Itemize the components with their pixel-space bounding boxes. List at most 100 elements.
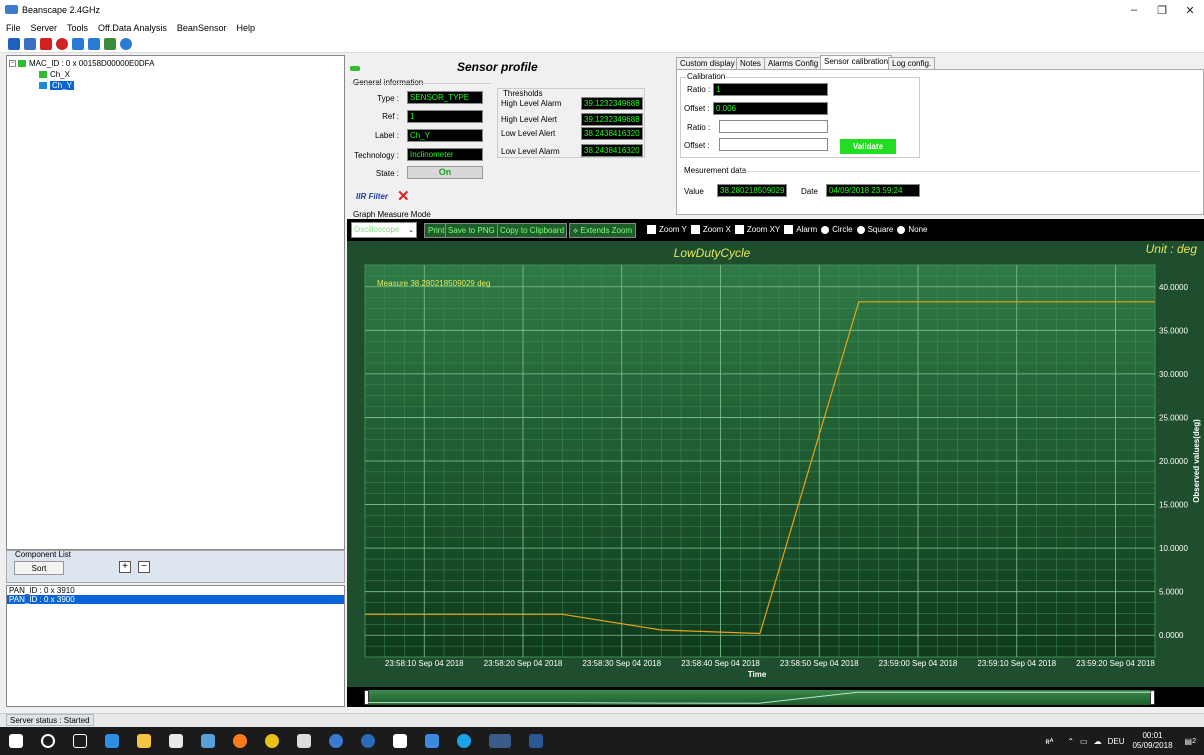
x-axis-label: Time <box>748 670 767 679</box>
tab-sensor-calibration[interactable]: Sensor calibration <box>820 55 893 70</box>
unit-label: Unit : deg <box>1146 242 1198 256</box>
app-icon-arrow[interactable] <box>425 734 439 748</box>
windows-start-icon[interactable] <box>9 734 23 748</box>
technology-field[interactable]: Inclinometer <box>407 148 483 161</box>
store-icon[interactable] <box>169 734 183 748</box>
ratio-field[interactable]: 1 <box>713 83 828 96</box>
pan-item-selected[interactable]: PAN_ID : 0 x 3900 <box>7 595 344 604</box>
device-icon <box>18 60 26 67</box>
menu-off-data-analysis[interactable]: Off.Data Analysis <box>98 23 167 33</box>
new-ratio-input[interactable] <box>719 120 828 133</box>
offset-field[interactable]: 0.006 <box>713 102 828 115</box>
low-level-alert-field[interactable]: 38.2438416320 <box>581 127 643 140</box>
record-icon[interactable] <box>56 38 68 50</box>
minimize-button[interactable]: – <box>1120 0 1148 20</box>
search-icon[interactable] <box>41 734 55 748</box>
stop-icon[interactable] <box>40 38 52 50</box>
firefox-icon[interactable] <box>233 734 247 748</box>
beanscape-taskbar-icon[interactable] <box>489 734 511 748</box>
label-field[interactable]: Ch_Y <box>407 129 483 142</box>
dmb-icon[interactable] <box>361 734 375 748</box>
mail-icon[interactable] <box>393 734 407 748</box>
taskbar: ʀᴬ ⌃ ▭ ☁ DEU 00:01 05/09/2018 ▤ 2 <box>0 727 1204 755</box>
y-axis: 40.0000 35.0000 30.0000 25.0000 20.0000 15.00… <box>1159 283 1188 640</box>
toolbar <box>0 36 1204 53</box>
zoom-xy-checkbox[interactable] <box>734 225 744 234</box>
tree-root[interactable]: − MAC_ID : 0 x 00158D00000E0DFA <box>9 59 154 68</box>
notification-icon[interactable]: ▤ <box>1185 737 1193 746</box>
high-level-alarm-label: High Level Alarm <box>501 99 562 108</box>
network-icon[interactable] <box>88 38 100 50</box>
people-icon[interactable]: ʀᴬ <box>1045 737 1053 746</box>
calculator-icon[interactable] <box>297 734 311 748</box>
time-scroller[interactable] <box>347 687 1204 707</box>
validate-button[interactable]: Validate <box>840 139 896 154</box>
maximize-button[interactable]: ❐ <box>1148 0 1176 20</box>
tree-item-ch-x[interactable]: Ch_X <box>39 70 70 79</box>
chevron-up-icon[interactable]: ⌃ <box>1067 737 1074 746</box>
collapse-icon[interactable]: − <box>9 60 16 67</box>
measurement-value-field[interactable]: 38.280218509029 <box>717 184 787 197</box>
cloud-icon[interactable]: ☁ <box>1094 737 1102 746</box>
menu-file[interactable]: File <box>6 23 21 33</box>
new-offset-input[interactable] <box>719 138 828 151</box>
line-chart[interactable]: 40.0000 35.0000 30.0000 25.0000 20.0000 15.00… <box>347 241 1204 687</box>
skype-icon[interactable] <box>457 734 471 748</box>
clock-time: 00:01 <box>1142 731 1163 740</box>
network-app-icon[interactable] <box>201 734 215 748</box>
high-level-alarm-field[interactable]: 39.1232349688 <box>581 97 643 110</box>
menu-beansensor[interactable]: BeanSensor <box>177 23 227 33</box>
pan-item[interactable]: PAN_ID : 0 x 3910 <box>7 586 344 595</box>
copy-clipboard-button[interactable]: Copy to Clipboard <box>497 223 568 238</box>
tree-root-label: MAC_ID : 0 x 00158D00000E0DFA <box>29 59 155 68</box>
collapse-all-button[interactable]: − <box>138 561 150 573</box>
image-icon[interactable] <box>24 38 36 50</box>
iir-filter-off-icon[interactable]: ✕ <box>397 187 410 205</box>
close-button[interactable]: ✕ <box>1176 0 1204 20</box>
clock[interactable]: 00:01 05/09/2018 <box>1132 731 1172 751</box>
save-icon[interactable] <box>8 38 20 50</box>
type-field[interactable]: SENSOR_TYPE <box>407 91 483 104</box>
low-level-alarm-field[interactable]: 38.2438416320 <box>581 144 643 157</box>
chart-icon[interactable] <box>104 38 116 50</box>
extends-zoom-label: Extends Zoom <box>580 226 633 235</box>
x-tick-label: 23:58:40 Sep 04 2018 <box>681 659 760 668</box>
low-level-alarm-label: Low Level Alarm <box>501 147 560 156</box>
network-tray-icon[interactable]: ▭ <box>1080 737 1088 746</box>
circle-radio[interactable] <box>821 225 830 234</box>
measurement-date-field[interactable]: 04/09/2018 23:59:24 <box>826 184 920 197</box>
measurement-divider <box>740 171 1200 172</box>
iir-filter-label: IIR Filter <box>356 192 389 201</box>
zoom-icon: ⟡ <box>573 226 579 235</box>
expand-all-button[interactable]: + <box>119 561 131 573</box>
channel-icon <box>39 82 47 89</box>
tree-item-ch-y[interactable]: Ch_Y <box>39 81 75 90</box>
sensor-profile-title: Sensor profile <box>457 60 538 74</box>
tree-item-label: Ch_Y <box>50 81 75 90</box>
zoom-y-checkbox[interactable] <box>647 225 656 234</box>
menu-help[interactable]: Help <box>236 23 255 33</box>
app-icon-blue[interactable] <box>329 734 343 748</box>
sort-button[interactable]: Sort <box>14 561 64 575</box>
high-level-alert-field[interactable]: 39.1232349688 <box>581 113 643 126</box>
alarm-checkbox[interactable] <box>784 225 794 234</box>
chrome-icon[interactable] <box>265 734 279 748</box>
word-icon[interactable] <box>529 734 543 748</box>
edge-icon[interactable] <box>105 734 119 748</box>
file-explorer-icon[interactable] <box>137 734 151 748</box>
menu-tools[interactable]: Tools <box>67 23 88 33</box>
download-icon[interactable] <box>72 38 84 50</box>
none-radio[interactable] <box>897 225 906 234</box>
y-tick-label: 30.0000 <box>1159 370 1188 379</box>
ref-field[interactable]: 1 <box>407 110 483 123</box>
connect-icon[interactable] <box>120 38 132 50</box>
save-png-button[interactable]: Save to PNG <box>445 223 498 238</box>
language-indicator[interactable]: DEU <box>1108 737 1125 746</box>
low-level-alert-label: Low Level Alert <box>501 129 556 138</box>
zoom-x-checkbox[interactable] <box>690 225 700 234</box>
mode-select[interactable]: Oscilloscope ⌄ <box>351 222 417 238</box>
extends-zoom-button[interactable]: ⟡ Extends Zoom <box>569 223 637 238</box>
menu-server[interactable]: Server <box>31 23 58 33</box>
task-view-icon[interactable] <box>73 734 87 748</box>
square-radio[interactable] <box>856 225 865 234</box>
